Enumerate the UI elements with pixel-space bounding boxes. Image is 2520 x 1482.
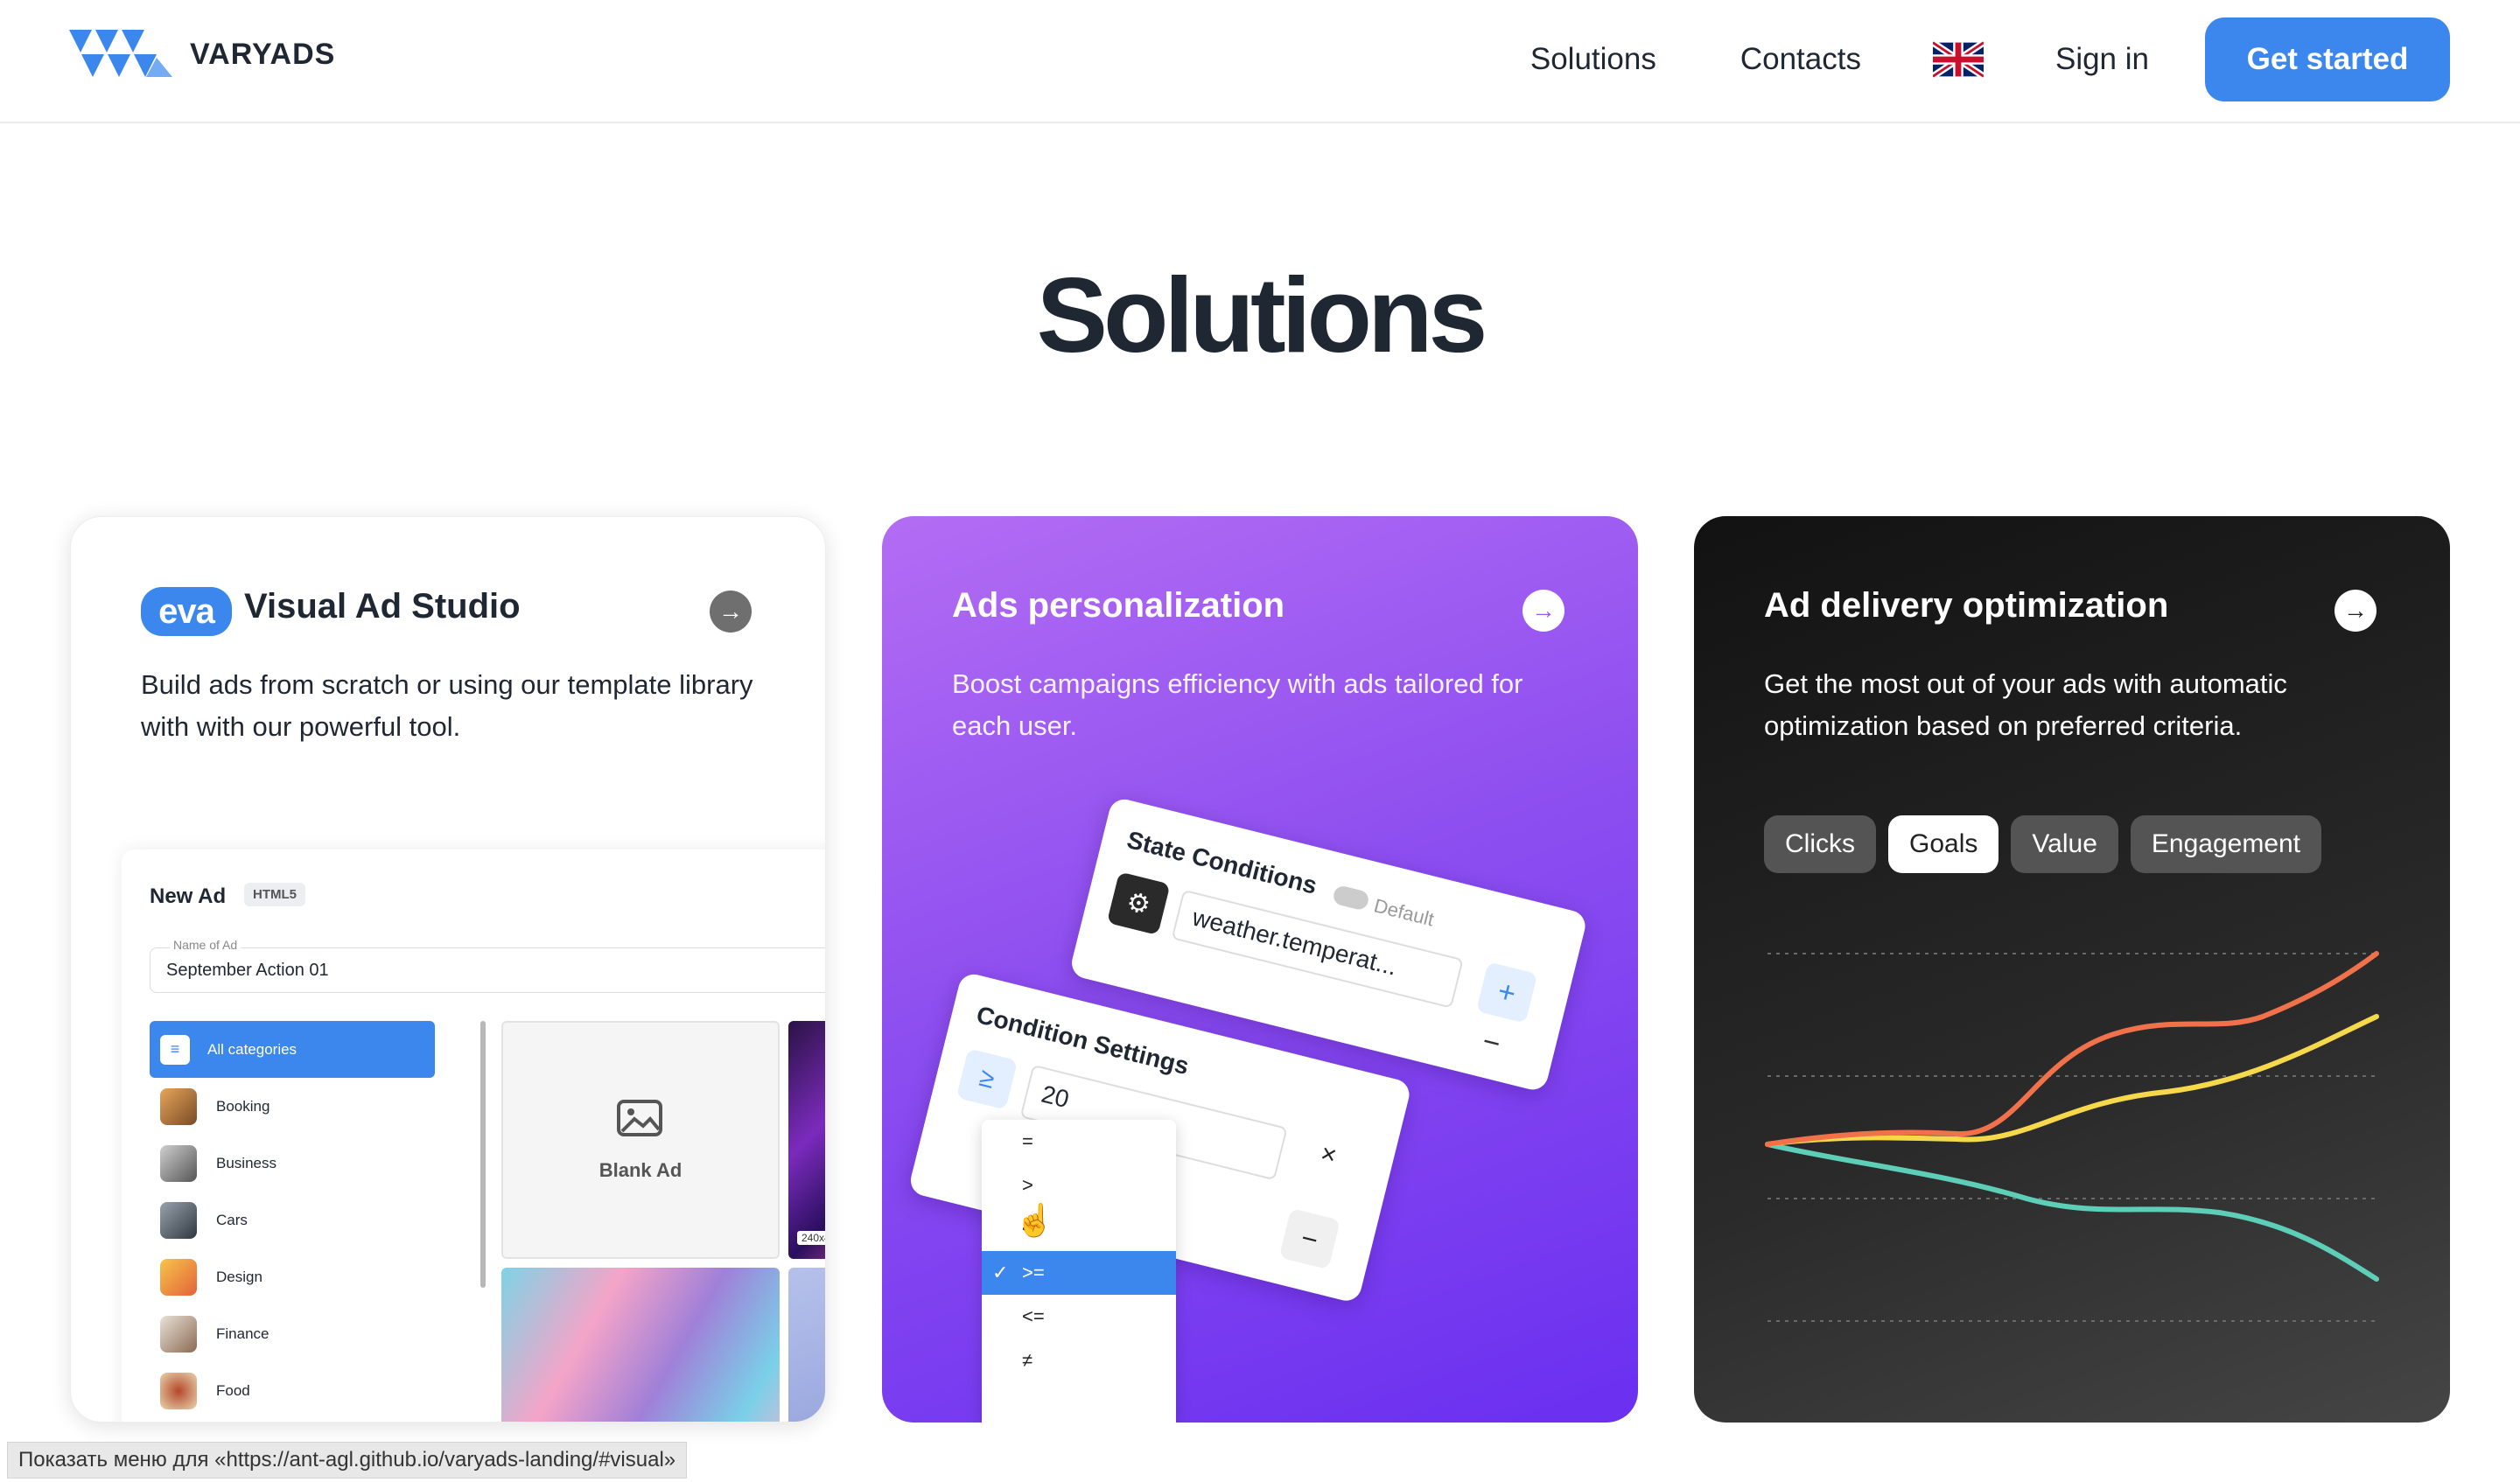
page-title: Solutions — [1036, 255, 1488, 374]
plus-icon: + — [1475, 961, 1538, 1024]
nav-solutions[interactable]: Solutions — [1530, 42, 1656, 77]
category-list: ≡ All categories Booking Business Cars De… — [150, 1021, 435, 1419]
ad-name-value: September Action 01 — [166, 961, 329, 980]
html5-tag: HTML5 — [244, 883, 305, 906]
minus-icon: − — [1479, 1024, 1504, 1061]
operator-dropdown: = > < ✓ >= <= ≠ — [982, 1120, 1176, 1423]
category-item: Food — [150, 1362, 435, 1419]
dropdown-option: > — [1022, 1174, 1033, 1196]
category-label: Cars — [216, 1211, 248, 1228]
sign-in-link[interactable]: Sign in — [2055, 42, 2149, 77]
template-thumbnail: 240x400 — [788, 1021, 825, 1259]
line-series-yellow — [1765, 1014, 2379, 1147]
blank-ad-label: Blank Ad — [598, 1159, 682, 1181]
category-scrollbar — [480, 1021, 486, 1288]
design-thumb — [160, 1258, 197, 1296]
image-icon — [617, 1100, 662, 1136]
dropdown-option: <= — [1022, 1305, 1045, 1327]
category-label: Finance — [216, 1325, 270, 1342]
category-label: Booking — [216, 1097, 270, 1115]
category-item: Design — [150, 1248, 435, 1305]
optimization-chart — [1765, 951, 2379, 1322]
booking-thumb — [160, 1087, 197, 1125]
card-description: Boost campaigns efficiency with ads tail… — [952, 668, 1523, 741]
site-header: VARYADS Solutions Contacts Sign in Get s… — [0, 0, 2520, 123]
ad-name-label: Name of Ad — [170, 938, 242, 952]
cars-thumb — [160, 1201, 197, 1239]
default-toggle — [1331, 884, 1371, 912]
business-thumb — [160, 1144, 197, 1182]
card-visual-ad-studio[interactable]: eva Visual Ad Studio → Build ads from sc… — [70, 516, 826, 1423]
card-description: Build ads from scratch or using our temp… — [141, 669, 753, 742]
blank-ad-tile: Blank Ad — [501, 1021, 780, 1259]
arrow-right-icon[interactable]: → — [710, 591, 752, 633]
dropdown-option: ≠ — [1022, 1349, 1033, 1371]
minus-icon: − — [1278, 1207, 1340, 1270]
card-title: Ads personalization — [952, 586, 1285, 625]
main-nav: Solutions Contacts Sign in Get started — [1530, 17, 2450, 101]
card-ad-delivery-optimization[interactable]: Ad delivery optimization → Get the most … — [1694, 516, 2450, 1423]
metric-pills: Clicks Goals Value Engagement — [1764, 815, 2334, 873]
category-label: All categories — [207, 1040, 298, 1058]
line-series-teal — [1765, 1142, 2379, 1282]
food-thumb — [160, 1372, 197, 1409]
browser-status-bar: Показать меню для «https://ant-agl.githu… — [7, 1442, 688, 1479]
card-title: Visual Ad Studio — [244, 587, 521, 626]
logo-text: VARYADS — [190, 37, 336, 71]
gear-icon: ⚙ — [1106, 871, 1171, 936]
dropdown-option: < — [1022, 1218, 1033, 1240]
hand-cursor-icon: ☝ — [1015, 1202, 1054, 1238]
logo-triangles-icon — [69, 30, 172, 77]
dropdown-option-label: >= — [1022, 1262, 1045, 1283]
category-item: Business — [150, 1135, 435, 1192]
card-title: Ad delivery optimization — [1764, 586, 2169, 625]
template-thumbnail — [788, 1268, 825, 1422]
uk-flag-icon[interactable] — [1932, 41, 1984, 78]
pill-value[interactable]: Value — [2011, 815, 2118, 873]
arrow-right-icon[interactable]: → — [2334, 590, 2376, 632]
close-icon: × — [1317, 1138, 1340, 1171]
check-icon: ✓ — [992, 1262, 1009, 1283]
arrow-right-icon[interactable]: → — [1522, 590, 1564, 632]
category-label: Business — [216, 1154, 276, 1171]
dropdown-option: = — [1022, 1130, 1033, 1152]
operator-button: ≥ — [956, 1048, 1018, 1110]
nav-contacts[interactable]: Contacts — [1740, 42, 1861, 77]
category-item: ≡ All categories — [150, 1021, 435, 1078]
category-item: Booking — [150, 1078, 435, 1135]
mockup-title: New Ad — [150, 884, 227, 908]
card-description: Get the most out of your ads with automa… — [1764, 668, 2287, 741]
eva-badge: eva — [141, 587, 232, 636]
category-item: Finance — [150, 1305, 435, 1362]
pill-engagement[interactable]: Engagement — [2130, 815, 2322, 873]
pill-goals[interactable]: Goals — [1888, 815, 1999, 873]
finance-thumb — [160, 1315, 197, 1353]
ad-editor-mockup: New Ad HTML5 Name of Ad September Action… — [122, 849, 825, 1422]
default-label: Default — [1371, 894, 1437, 931]
list-icon: ≡ — [160, 1034, 190, 1065]
card-ads-personalization[interactable]: Ads personalization → Boost campaigns ef… — [882, 516, 1638, 1423]
template-size-tag: 240x400 — [797, 1231, 825, 1245]
category-label: Food — [216, 1381, 250, 1399]
get-started-button[interactable]: Get started — [2205, 17, 2450, 101]
pill-clicks[interactable]: Clicks — [1764, 815, 1876, 873]
dropdown-option-selected: ✓ >= — [982, 1251, 1176, 1295]
ad-name-field: Name of Ad September Action 01 — [150, 938, 825, 993]
category-label: Design — [216, 1268, 262, 1285]
category-item: Cars — [150, 1192, 435, 1248]
varyads-logo[interactable]: VARYADS — [69, 30, 335, 79]
template-thumbnail — [501, 1268, 780, 1422]
